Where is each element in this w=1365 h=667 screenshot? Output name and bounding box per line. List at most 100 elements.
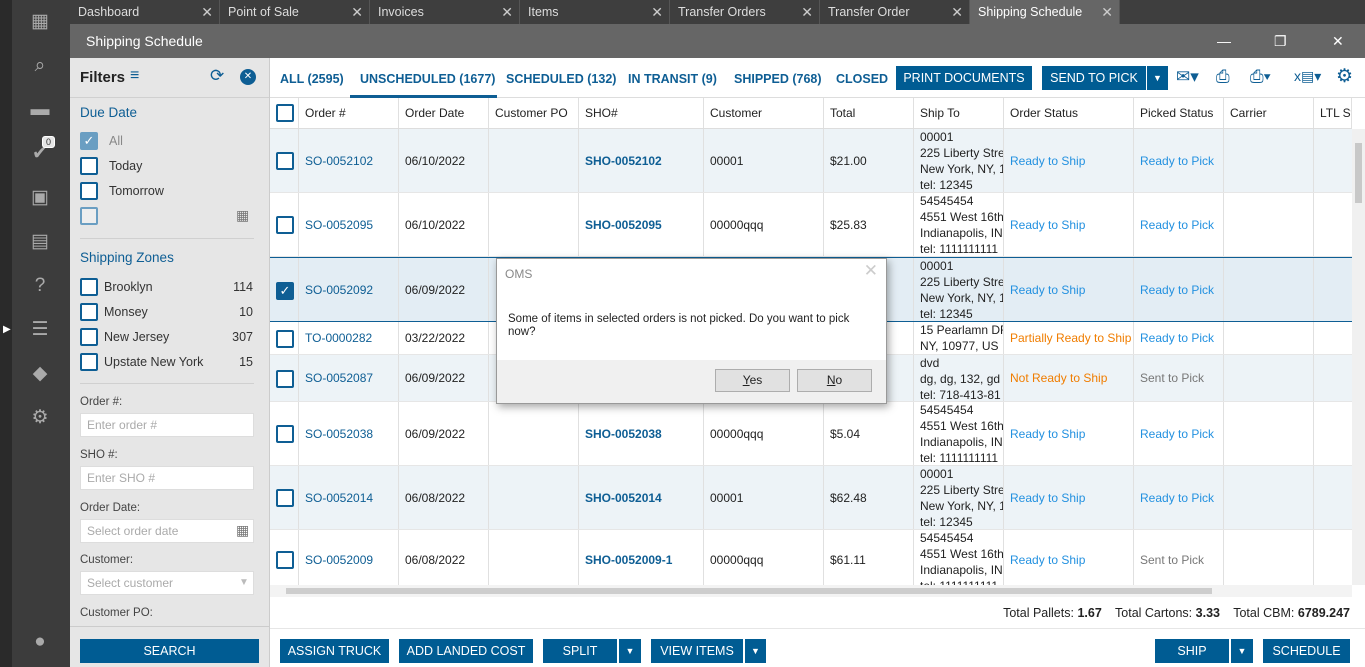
view-items-dropdown[interactable]: ▼: [745, 639, 766, 663]
send-to-pick-button[interactable]: SEND TO PICK: [1042, 66, 1146, 90]
split-dropdown[interactable]: ▼: [619, 639, 641, 663]
print-documents-button[interactable]: PRINT DOCUMENTS: [896, 66, 1032, 90]
tab-all[interactable]: ALL (2595): [280, 72, 344, 86]
order-number-link[interactable]: SO-0052009: [305, 553, 373, 567]
order-number-link[interactable]: SO-0052087: [305, 371, 373, 385]
view-items-button[interactable]: VIEW ITEMS: [651, 639, 743, 663]
restore-icon[interactable]: ❐: [1274, 24, 1287, 58]
minimize-icon[interactable]: —: [1217, 24, 1231, 58]
store-icon[interactable]: ▤: [28, 230, 52, 254]
zone-checkbox[interactable]: [80, 303, 98, 321]
tab-items[interactable]: Items ✕: [520, 0, 670, 24]
order-number-link[interactable]: SO-0052038: [305, 427, 373, 441]
row-checkbox[interactable]: [276, 216, 294, 234]
excel-export-icon[interactable]: x▤▾: [1294, 68, 1321, 85]
tab-scheduled[interactable]: SCHEDULED (132): [506, 72, 616, 86]
order-number-input[interactable]: Enter order #: [80, 413, 254, 437]
tab-invoices[interactable]: Invoices ✕: [370, 0, 520, 24]
clear-filters-icon[interactable]: ✕: [240, 69, 256, 85]
order-number-link[interactable]: SO-0052095: [305, 218, 373, 232]
close-icon[interactable]: ✕: [501, 0, 513, 24]
sho-number[interactable]: SHO-0052095: [585, 218, 662, 232]
dashboard-icon[interactable]: ▦: [28, 10, 52, 34]
contact-icon[interactable]: ▣: [28, 186, 52, 210]
order-number-link[interactable]: SO-0052102: [305, 154, 373, 168]
order-date-input[interactable]: Select order date: [80, 519, 254, 543]
close-icon[interactable]: ✕: [1332, 24, 1344, 58]
calendar-icon[interactable]: ▦: [236, 207, 249, 224]
expand-arrow-icon[interactable]: ▶: [3, 324, 11, 335]
tab-in[interactable]: IN TRANSIT (9): [628, 72, 717, 86]
email-icon[interactable]: ✉▾: [1176, 67, 1199, 87]
user-icon[interactable]: ●: [28, 630, 52, 654]
no-button[interactable]: No: [797, 369, 872, 392]
zone-checkbox[interactable]: [80, 328, 98, 346]
ship-dropdown[interactable]: ▼: [1231, 639, 1253, 663]
scroll-thumb[interactable]: [286, 588, 1212, 594]
table-row[interactable]: SO-0052095 06/10/2022 SHO-0052095 00000qqq $…: [270, 193, 1352, 257]
column-header[interactable]: Total: [824, 98, 914, 128]
customer-select[interactable]: Select customer: [80, 571, 254, 595]
row-checkbox[interactable]: ✓: [276, 281, 294, 300]
tab-dashboard[interactable]: Dashboard ✕: [70, 0, 220, 24]
tab-shipped[interactable]: SHIPPED (768): [734, 72, 822, 86]
tab-closed[interactable]: CLOSED: [836, 72, 888, 86]
close-icon[interactable]: ✕: [201, 0, 213, 24]
due-tomorrow-checkbox[interactable]: [80, 182, 98, 200]
tag-icon[interactable]: ◆: [28, 362, 52, 386]
row-checkbox[interactable]: [276, 152, 294, 170]
due-today-checkbox[interactable]: [80, 157, 98, 175]
gear-icon[interactable]: ⚙: [28, 406, 52, 430]
table-row[interactable]: SO-0052102 06/10/2022 SHO-0052102 00001 $21.…: [270, 129, 1352, 193]
vertical-scrollbar[interactable]: [1352, 129, 1365, 585]
search-button[interactable]: SEARCH: [80, 639, 259, 663]
sho-number[interactable]: SHO-0052014: [585, 491, 662, 505]
column-header[interactable]: Order #: [299, 98, 399, 128]
tab-unscheduled[interactable]: UNSCHEDULED (1677): [360, 72, 495, 86]
column-header[interactable]: Order Status: [1004, 98, 1134, 128]
tab-transfer-order[interactable]: Transfer Order ✕: [820, 0, 970, 24]
search-icon[interactable]: ⌕: [28, 54, 52, 78]
column-header[interactable]: Customer PO: [489, 98, 579, 128]
column-header[interactable]: Ship To: [914, 98, 1004, 128]
close-icon[interactable]: ✕: [351, 0, 363, 24]
row-checkbox[interactable]: [276, 425, 294, 443]
column-header[interactable]: Customer: [704, 98, 824, 128]
sho-number[interactable]: SHO-0052009-1: [585, 553, 672, 567]
tab-point-of-sale[interactable]: Point of Sale ✕: [220, 0, 370, 24]
sho-number-input[interactable]: Enter SHO #: [80, 466, 254, 490]
sho-number[interactable]: SHO-0052102: [585, 154, 662, 168]
column-header[interactable]: LTL Status: [1314, 98, 1352, 128]
due-custom-checkbox[interactable]: [80, 207, 98, 225]
close-icon[interactable]: ✕: [1101, 0, 1113, 24]
tab-transfer-orders[interactable]: Transfer Orders ✕: [670, 0, 820, 24]
close-icon[interactable]: ✕: [801, 0, 813, 24]
zone-checkbox[interactable]: [80, 353, 98, 371]
zone-checkbox[interactable]: [80, 278, 98, 296]
order-number-link[interactable]: SO-0052092: [305, 283, 373, 297]
close-icon[interactable]: ✕: [864, 261, 878, 281]
row-checkbox[interactable]: [276, 369, 294, 388]
horizontal-scrollbar[interactable]: [270, 585, 1352, 597]
split-button[interactable]: SPLIT: [543, 639, 617, 663]
ship-button[interactable]: SHIP: [1155, 639, 1229, 663]
yes-button[interactable]: Yes: [715, 369, 790, 392]
column-header[interactable]: SHO#: [579, 98, 704, 128]
row-checkbox[interactable]: [276, 551, 294, 569]
assign-truck-button[interactable]: ASSIGN TRUCK: [280, 639, 389, 663]
sho-number[interactable]: SHO-0052038: [585, 427, 662, 441]
print-settings-icon[interactable]: ⎙: [1216, 67, 1230, 87]
settings-gear-icon[interactable]: ⚙: [1336, 65, 1353, 88]
printer-icon[interactable]: ⎙▾: [1250, 67, 1271, 87]
clipboard-list-icon[interactable]: ☰: [28, 318, 52, 342]
order-number-link[interactable]: SO-0052014: [305, 491, 373, 505]
due-all-checkbox[interactable]: ✓: [80, 132, 98, 150]
calendar-icon[interactable]: ▦: [236, 522, 249, 539]
order-number-link[interactable]: TO-0000282: [305, 331, 372, 345]
tab-shipping-schedule[interactable]: Shipping Schedule ✕: [970, 0, 1120, 24]
close-icon[interactable]: ✕: [951, 0, 963, 24]
scroll-thumb[interactable]: [1355, 143, 1362, 203]
select-all-checkbox[interactable]: [276, 104, 294, 122]
row-checkbox[interactable]: [276, 329, 294, 348]
clipboard-question-icon[interactable]: ?: [28, 274, 52, 298]
